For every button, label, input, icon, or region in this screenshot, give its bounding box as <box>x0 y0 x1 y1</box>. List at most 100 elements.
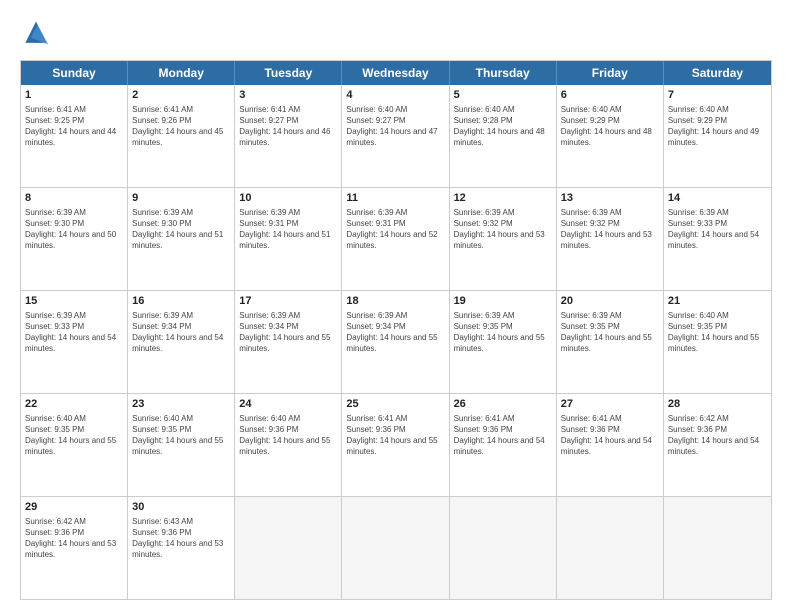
calendar: SundayMondayTuesdayWednesdayThursdayFrid… <box>20 60 772 600</box>
cell-info: Sunset: 9:36 PM <box>346 424 444 435</box>
cell-info: Sunset: 9:34 PM <box>239 321 337 332</box>
cell-info: Sunrise: 6:40 AM <box>454 104 552 115</box>
logo-icon <box>20 18 52 50</box>
day-number: 21 <box>668 294 767 309</box>
calendar-cell: 23Sunrise: 6:40 AMSunset: 9:35 PMDayligh… <box>128 394 235 496</box>
cell-info: Sunset: 9:35 PM <box>454 321 552 332</box>
day-of-week-sunday: Sunday <box>21 61 128 85</box>
cell-info: Daylight: 14 hours and 55 minutes. <box>25 435 123 457</box>
cell-info: Sunrise: 6:39 AM <box>454 207 552 218</box>
cell-info: Sunrise: 6:40 AM <box>25 413 123 424</box>
cell-info: Sunrise: 6:41 AM <box>25 104 123 115</box>
day-of-week-friday: Friday <box>557 61 664 85</box>
cell-info: Sunrise: 6:41 AM <box>561 413 659 424</box>
cell-info: Sunset: 9:29 PM <box>668 115 767 126</box>
cell-info: Daylight: 14 hours and 54 minutes. <box>561 435 659 457</box>
cell-info: Sunrise: 6:43 AM <box>132 516 230 527</box>
cell-info: Sunset: 9:32 PM <box>454 218 552 229</box>
calendar-cell: 4Sunrise: 6:40 AMSunset: 9:27 PMDaylight… <box>342 85 449 187</box>
cell-info: Sunset: 9:33 PM <box>668 218 767 229</box>
cell-info: Daylight: 14 hours and 48 minutes. <box>561 126 659 148</box>
calendar-cell: 16Sunrise: 6:39 AMSunset: 9:34 PMDayligh… <box>128 291 235 393</box>
calendar-cell: 2Sunrise: 6:41 AMSunset: 9:26 PMDaylight… <box>128 85 235 187</box>
day-number: 3 <box>239 88 337 103</box>
day-of-week-wednesday: Wednesday <box>342 61 449 85</box>
cell-info: Daylight: 14 hours and 55 minutes. <box>239 332 337 354</box>
day-number: 30 <box>132 500 230 515</box>
cell-info: Sunset: 9:31 PM <box>346 218 444 229</box>
cell-info: Sunrise: 6:40 AM <box>561 104 659 115</box>
cell-info: Daylight: 14 hours and 44 minutes. <box>25 126 123 148</box>
calendar-cell: 7Sunrise: 6:40 AMSunset: 9:29 PMDaylight… <box>664 85 771 187</box>
calendar-body: 1Sunrise: 6:41 AMSunset: 9:25 PMDaylight… <box>21 85 771 599</box>
day-number: 25 <box>346 397 444 412</box>
day-number: 11 <box>346 191 444 206</box>
day-number: 23 <box>132 397 230 412</box>
cell-info: Daylight: 14 hours and 51 minutes. <box>239 229 337 251</box>
calendar-cell: 30Sunrise: 6:43 AMSunset: 9:36 PMDayligh… <box>128 497 235 599</box>
cell-info: Daylight: 14 hours and 55 minutes. <box>346 435 444 457</box>
day-number: 28 <box>668 397 767 412</box>
cell-info: Sunrise: 6:42 AM <box>25 516 123 527</box>
cell-info: Daylight: 14 hours and 53 minutes. <box>561 229 659 251</box>
calendar-cell: 14Sunrise: 6:39 AMSunset: 9:33 PMDayligh… <box>664 188 771 290</box>
cell-info: Sunrise: 6:40 AM <box>132 413 230 424</box>
cell-info: Sunset: 9:36 PM <box>668 424 767 435</box>
day-number: 19 <box>454 294 552 309</box>
cell-info: Daylight: 14 hours and 46 minutes. <box>239 126 337 148</box>
calendar-cell: 27Sunrise: 6:41 AMSunset: 9:36 PMDayligh… <box>557 394 664 496</box>
day-number: 22 <box>25 397 123 412</box>
day-of-week-saturday: Saturday <box>664 61 771 85</box>
cell-info: Daylight: 14 hours and 55 minutes. <box>346 332 444 354</box>
cell-info: Daylight: 14 hours and 45 minutes. <box>132 126 230 148</box>
cell-info: Daylight: 14 hours and 54 minutes. <box>668 435 767 457</box>
cell-info: Sunset: 9:36 PM <box>454 424 552 435</box>
day-number: 4 <box>346 88 444 103</box>
day-number: 15 <box>25 294 123 309</box>
calendar-cell: 1Sunrise: 6:41 AMSunset: 9:25 PMDaylight… <box>21 85 128 187</box>
calendar-cell: 22Sunrise: 6:40 AMSunset: 9:35 PMDayligh… <box>21 394 128 496</box>
calendar-cell: 9Sunrise: 6:39 AMSunset: 9:30 PMDaylight… <box>128 188 235 290</box>
day-number: 6 <box>561 88 659 103</box>
cell-info: Sunset: 9:35 PM <box>132 424 230 435</box>
day-number: 1 <box>25 88 123 103</box>
day-number: 12 <box>454 191 552 206</box>
calendar-cell: 10Sunrise: 6:39 AMSunset: 9:31 PMDayligh… <box>235 188 342 290</box>
day-number: 16 <box>132 294 230 309</box>
day-number: 10 <box>239 191 337 206</box>
calendar-row: 29Sunrise: 6:42 AMSunset: 9:36 PMDayligh… <box>21 496 771 599</box>
day-of-week-tuesday: Tuesday <box>235 61 342 85</box>
calendar-cell: 17Sunrise: 6:39 AMSunset: 9:34 PMDayligh… <box>235 291 342 393</box>
day-number: 8 <box>25 191 123 206</box>
day-number: 17 <box>239 294 337 309</box>
day-number: 24 <box>239 397 337 412</box>
cell-info: Sunrise: 6:41 AM <box>346 413 444 424</box>
cell-info: Sunrise: 6:39 AM <box>561 310 659 321</box>
cell-info: Sunset: 9:34 PM <box>346 321 444 332</box>
calendar-row: 8Sunrise: 6:39 AMSunset: 9:30 PMDaylight… <box>21 187 771 290</box>
cell-info: Sunrise: 6:39 AM <box>346 207 444 218</box>
cell-info: Sunrise: 6:39 AM <box>132 207 230 218</box>
day-number: 5 <box>454 88 552 103</box>
calendar-cell: 11Sunrise: 6:39 AMSunset: 9:31 PMDayligh… <box>342 188 449 290</box>
calendar-cell: 20Sunrise: 6:39 AMSunset: 9:35 PMDayligh… <box>557 291 664 393</box>
calendar-cell: 13Sunrise: 6:39 AMSunset: 9:32 PMDayligh… <box>557 188 664 290</box>
calendar-cell: 18Sunrise: 6:39 AMSunset: 9:34 PMDayligh… <box>342 291 449 393</box>
cell-info: Daylight: 14 hours and 54 minutes. <box>454 435 552 457</box>
calendar-row: 1Sunrise: 6:41 AMSunset: 9:25 PMDaylight… <box>21 85 771 187</box>
header <box>20 18 772 50</box>
calendar-cell <box>557 497 664 599</box>
calendar-cell: 21Sunrise: 6:40 AMSunset: 9:35 PMDayligh… <box>664 291 771 393</box>
day-of-week-thursday: Thursday <box>450 61 557 85</box>
day-number: 9 <box>132 191 230 206</box>
day-number: 18 <box>346 294 444 309</box>
cell-info: Sunset: 9:34 PM <box>132 321 230 332</box>
cell-info: Sunrise: 6:39 AM <box>25 310 123 321</box>
cell-info: Daylight: 14 hours and 55 minutes. <box>239 435 337 457</box>
cell-info: Sunset: 9:36 PM <box>561 424 659 435</box>
day-number: 2 <box>132 88 230 103</box>
cell-info: Daylight: 14 hours and 55 minutes. <box>668 332 767 354</box>
day-number: 29 <box>25 500 123 515</box>
calendar-cell: 26Sunrise: 6:41 AMSunset: 9:36 PMDayligh… <box>450 394 557 496</box>
cell-info: Sunrise: 6:42 AM <box>668 413 767 424</box>
